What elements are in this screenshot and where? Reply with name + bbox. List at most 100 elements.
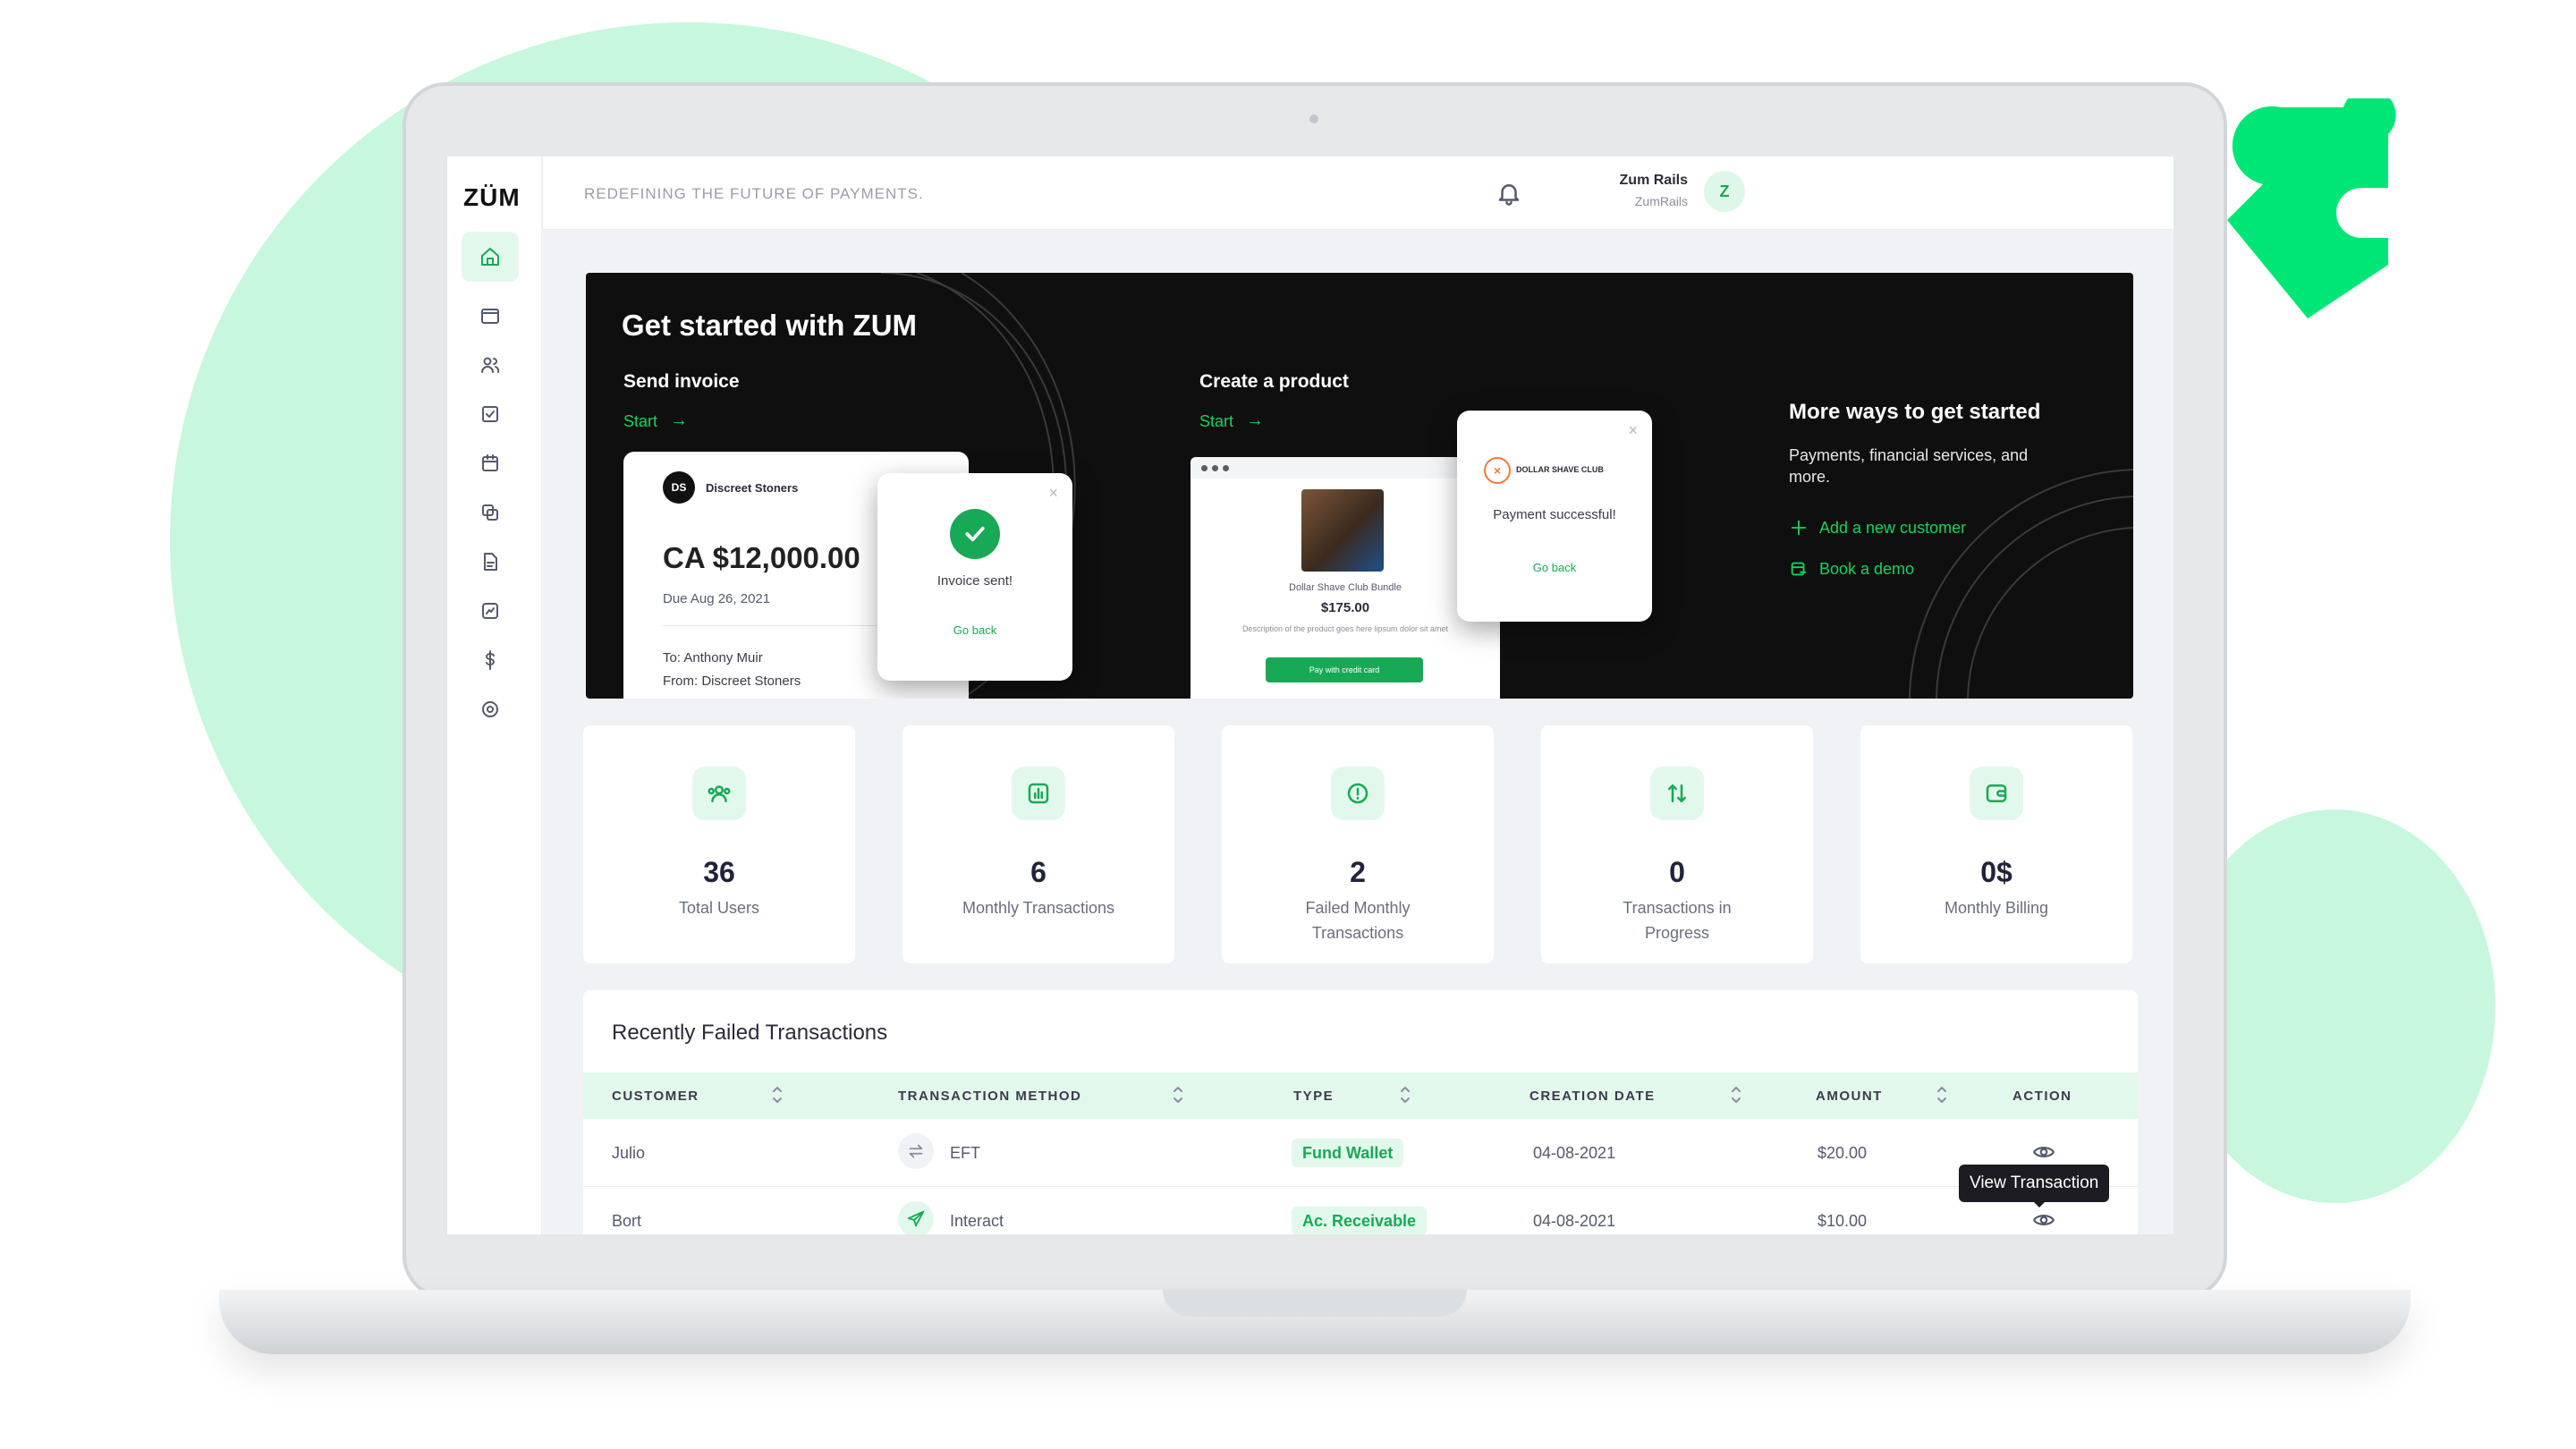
book-demo-label: Book a demo: [1819, 559, 1915, 578]
user-org: ZumRails: [1634, 194, 1688, 208]
stat-value: 0$: [1980, 856, 2012, 888]
sort-icon[interactable]: [771, 1083, 784, 1106]
stat-card-failed-transactions[interactable]: 2 Failed Monthly Transactions: [1222, 725, 1494, 963]
settings-icon[interactable]: [462, 684, 519, 734]
users-group-icon: [692, 767, 746, 820]
column-header-creation-date[interactable]: CREATION DATE: [1530, 1089, 1656, 1104]
plus-icon: [1791, 520, 1807, 536]
stat-card-transactions-in-progress[interactable]: 0 Transactions in Progress: [1541, 725, 1813, 963]
bell-icon[interactable]: [1496, 180, 1522, 207]
send-invoice-start-link[interactable]: Start: [623, 412, 657, 431]
column-header-amount[interactable]: AMOUNT: [1816, 1089, 1883, 1104]
browser-bar: [1191, 457, 1500, 479]
get-started-banner: Get started with ZUM Send invoice Start …: [586, 273, 2133, 699]
report-icon[interactable]: [462, 586, 519, 636]
window-dot: [1201, 465, 1208, 471]
sort-icon[interactable]: [1399, 1083, 1411, 1106]
home-icon[interactable]: [462, 232, 519, 282]
zum-logo[interactable]: ZÜM: [463, 183, 521, 212]
users-icon[interactable]: [462, 340, 519, 390]
stat-value: 2: [1350, 856, 1366, 888]
method-cell: EFT: [950, 1144, 980, 1162]
create-product-start-link[interactable]: Start: [1199, 412, 1233, 431]
document-icon[interactable]: [462, 537, 519, 587]
invoice-sent-popup: × Invoice sent! Go back: [877, 473, 1072, 681]
more-ways-description: Payments, financial services, and more.: [1789, 446, 2029, 486]
arrow-right-icon[interactable]: →: [1246, 411, 1264, 431]
checklist-icon[interactable]: [462, 389, 519, 439]
more-ways-title: More ways to get started: [1789, 400, 2041, 424]
send-invoice-label: Send invoice: [623, 371, 740, 392]
stat-label: Monthly Transactions: [962, 899, 1115, 917]
eye-icon[interactable]: [2032, 1140, 2055, 1164]
stat-value: 36: [703, 856, 735, 888]
payment-success-popup: × × DOLLAR SHAVE CLUB Payment successful…: [1457, 411, 1652, 622]
dollar-shave-club-logo-icon: ×: [1484, 457, 1511, 484]
product-name: Dollar Shave Club Bundle: [1289, 582, 1402, 593]
merchant-name: DOLLAR SHAVE CLUB: [1516, 465, 1604, 474]
column-header-method[interactable]: TRANSACTION METHOD: [898, 1089, 1081, 1104]
sort-icon[interactable]: [1730, 1083, 1742, 1106]
tooltip-arrow: [2032, 1200, 2046, 1208]
wallet-icon: [1970, 767, 2023, 820]
go-back-link[interactable]: Go back: [877, 623, 1072, 637]
tagline: REDEFINING THE FUTURE OF PAYMENTS.: [584, 185, 924, 202]
create-product-label: Create a product: [1199, 371, 1349, 392]
avatar[interactable]: Z: [1704, 171, 1745, 212]
invoice-amount: CA $12,000.00: [663, 541, 860, 574]
stat-label: Monthly Billing: [1944, 899, 2049, 917]
pay-button[interactable]: Pay with credit card: [1266, 657, 1423, 682]
view-transaction-tooltip: View Transaction: [1959, 1165, 2110, 1202]
table-row: Bort Interact Ac. Receivable 04-08-2021 …: [583, 1187, 2138, 1234]
send-icon: [898, 1201, 934, 1234]
stat-label: Transactions in Progress: [1623, 899, 1732, 942]
transfer-arrows-icon: [898, 1133, 934, 1169]
sidebar: ZÜM: [447, 157, 542, 1234]
stat-label: Failed Monthly Transactions: [1305, 899, 1411, 942]
payment-success-message: Payment successful!: [1493, 507, 1616, 522]
company-logo: DS: [663, 471, 695, 504]
window-dot: [1212, 465, 1218, 471]
add-customer-link[interactable]: Add a new customer: [1789, 518, 1966, 538]
divider: [663, 625, 895, 626]
laptop-camera: [1309, 114, 1318, 123]
product-price: $175.00: [1320, 600, 1370, 615]
stat-value: 6: [1030, 856, 1046, 888]
table-row: Julio EFT Fund Wallet 04-08-2021 $20.00: [583, 1119, 2138, 1187]
table-title: Recently Failed Transactions: [612, 1021, 888, 1045]
invoice-sent-message: Invoice sent!: [936, 573, 1013, 589]
stat-card-total-users[interactable]: 36 Total Users: [583, 725, 855, 963]
column-header-type[interactable]: TYPE: [1293, 1089, 1334, 1104]
close-icon[interactable]: ×: [1628, 421, 1638, 440]
sort-icon[interactable]: [1172, 1083, 1184, 1106]
puzzle-piece-icon: [2227, 98, 2396, 318]
invoice-from: From: Discreet Stoners: [663, 674, 801, 689]
alert-circle-icon: [1331, 767, 1385, 820]
copy-icon[interactable]: [462, 487, 519, 538]
invoice-company: Discreet Stoners: [706, 481, 799, 495]
method-cell: Interact: [950, 1212, 1004, 1230]
close-icon[interactable]: ×: [1048, 484, 1058, 503]
dollar-icon[interactable]: [462, 635, 519, 685]
calendar-icon[interactable]: [462, 438, 519, 488]
column-header-action: ACTION: [2012, 1089, 2072, 1104]
top-bar: REDEFINING THE FUTURE OF PAYMENTS. Zum R…: [543, 157, 2174, 230]
column-header-customer[interactable]: CUSTOMER: [612, 1089, 699, 1104]
user-name[interactable]: Zum Rails: [1545, 173, 1688, 189]
eye-icon[interactable]: [2032, 1208, 2055, 1232]
arrow-right-icon[interactable]: →: [670, 411, 688, 431]
app-screen: ZÜM REDEFINING THE FUTURE OF PAYMENTS. Z…: [447, 157, 2174, 1234]
type-badge: Ac. Receivable: [1292, 1207, 1428, 1234]
book-demo-link[interactable]: Book a demo: [1789, 559, 1914, 579]
failed-transactions-table: Recently Failed Transactions CUSTOMER TR…: [583, 990, 2138, 1234]
stat-card-monthly-billing[interactable]: 0$ Monthly Billing: [1860, 725, 2132, 963]
type-badge: Fund Wallet: [1292, 1139, 1404, 1167]
stat-card-monthly-transactions[interactable]: 6 Monthly Transactions: [902, 725, 1174, 963]
swap-arrows-icon: [1650, 767, 1704, 820]
invoice-due-date: Due Aug 26, 2021: [663, 591, 771, 606]
folder-icon[interactable]: [462, 291, 519, 341]
product-page-preview: Dollar Shave Club Bundle $175.00 Descrip…: [1191, 457, 1500, 699]
go-back-link[interactable]: Go back: [1457, 561, 1652, 574]
table-header: CUSTOMER TRANSACTION METHOD TYPE CREATIO…: [583, 1072, 2138, 1119]
sort-icon[interactable]: [1936, 1083, 1948, 1106]
